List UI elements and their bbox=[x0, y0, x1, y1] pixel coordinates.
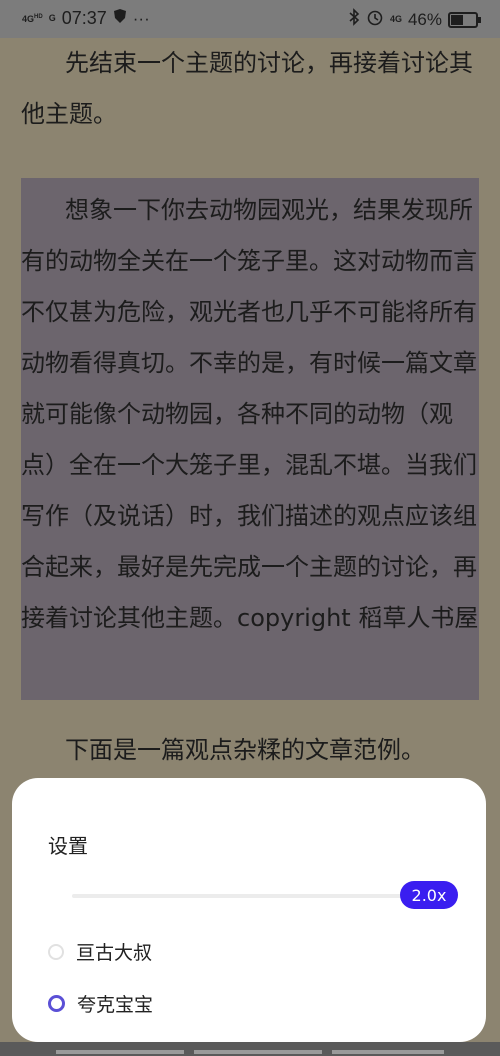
voice-option-label: 亘古大叔 bbox=[76, 942, 153, 964]
bottom-toolbar-edge bbox=[0, 1042, 500, 1056]
settings-panel: 设置 2.0x 亘古大叔 夸克宝宝 bbox=[12, 778, 486, 1042]
alarm-icon bbox=[366, 8, 384, 31]
status-time: 07:37 bbox=[61, 8, 107, 28]
paragraph-2: 想象一下你去动物园观光，结果发现所有的动物全关在一个笼子里。这对动物而言不仅甚为… bbox=[21, 196, 479, 632]
signal-4g-label: 4GHD bbox=[22, 14, 43, 24]
settings-title: 设置 bbox=[48, 834, 88, 858]
voice-option-2[interactable]: 夸克宝宝 bbox=[48, 990, 153, 1017]
bluetooth-icon bbox=[348, 8, 360, 31]
signal-g-label: G bbox=[48, 13, 56, 23]
battery-percent: 46% bbox=[407, 9, 442, 29]
toolbar-segment bbox=[194, 1050, 322, 1054]
battery-icon bbox=[448, 11, 481, 28]
status-left: 4GHD G 07:37 ··· bbox=[22, 8, 150, 29]
toolbar-segment bbox=[56, 1050, 184, 1054]
toolbar-segment bbox=[332, 1050, 444, 1054]
speed-slider-track[interactable] bbox=[72, 894, 418, 898]
more-icon: ··· bbox=[132, 8, 150, 28]
shield-icon bbox=[113, 8, 127, 29]
status-bar: 4GHD G 07:37 ··· 4G 46% bbox=[0, 0, 500, 38]
status-right: 4G 46% bbox=[348, 8, 481, 31]
speed-slider-handle[interactable]: 2.0x bbox=[400, 881, 458, 909]
network-label: 4G bbox=[389, 14, 402, 24]
voice-option-label: 夸克宝宝 bbox=[77, 994, 154, 1016]
paragraph-1: 先结束一个主题的讨论，再接着讨论其他主题。 bbox=[21, 49, 473, 128]
radio-selected-icon[interactable] bbox=[48, 995, 65, 1012]
voice-option-1[interactable]: 亘古大叔 bbox=[48, 938, 152, 965]
paragraph-3: 下面是一篇观点杂糅的文章范例。 bbox=[65, 736, 425, 764]
radio-unselected-icon[interactable] bbox=[48, 943, 64, 960]
